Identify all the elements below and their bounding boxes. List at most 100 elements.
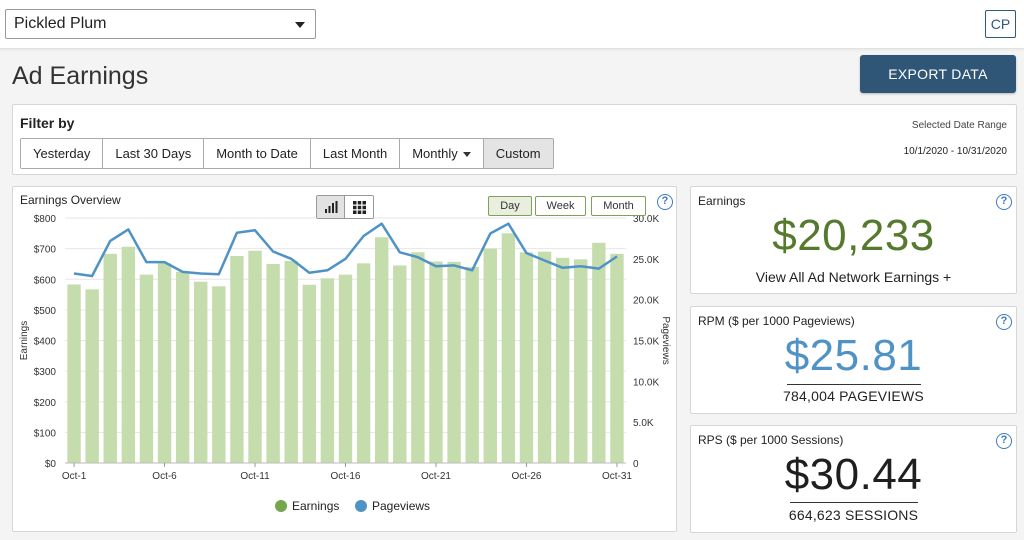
rpm-value: $25.81 (784, 331, 923, 380)
help-icon[interactable]: ? (996, 194, 1012, 210)
x-tick-label: Oct-6 (152, 471, 177, 482)
legend-marker (275, 500, 287, 512)
y-left-tick-label: $0 (45, 459, 57, 470)
y-left-tick-label: $700 (34, 245, 57, 256)
y-left-tick-label: $400 (34, 337, 57, 348)
help-icon[interactable]: ? (996, 433, 1012, 449)
earnings-bar (519, 252, 534, 463)
y-right-tick-label: 5.0K (633, 418, 654, 429)
earnings-bar (393, 265, 407, 463)
period-day-button[interactable]: Day (488, 196, 532, 216)
earnings-bar (610, 253, 624, 463)
y-left-tick-label: $500 (34, 306, 57, 317)
filter-yesterday-button[interactable]: Yesterday (21, 139, 104, 168)
earnings-bar (157, 263, 172, 463)
earnings-bar (447, 261, 461, 463)
export-data-button[interactable]: EXPORT DATA (860, 55, 1016, 93)
chart-view-button[interactable] (317, 196, 345, 218)
earnings-bar (374, 237, 389, 463)
x-tick-label: Oct-21 (421, 471, 451, 482)
filter-button-label: Last 30 Days (115, 146, 192, 161)
earnings-bar (483, 248, 497, 463)
earnings-bar (230, 255, 244, 463)
earnings-bar (175, 271, 190, 463)
filter-last-month-button[interactable]: Last Month (310, 139, 401, 168)
pageviews-total: 784,004 PAGEVIEWS (783, 388, 924, 404)
filter-title: Filter by (20, 115, 75, 131)
filter-button-label: Yesterday (33, 146, 91, 161)
earnings-bar (212, 286, 226, 463)
y-right-tick-label: 25.0K (633, 255, 659, 266)
rpm-label: RPM ($ per 1000 Pageviews) (698, 314, 855, 328)
earnings-bar (338, 274, 353, 463)
chart-title: Earnings Overview (20, 193, 121, 207)
y-right-tick-label: 15.0K (633, 337, 659, 348)
user-avatar[interactable]: CP (985, 10, 1016, 38)
filter-button-label: Last Month (322, 146, 388, 161)
y-right-tick-label: 10.0K (633, 377, 659, 388)
earnings-bar (429, 261, 443, 463)
rps-label: RPS ($ per 1000 Sessions) (698, 433, 844, 447)
page-title: Ad Earnings (12, 62, 149, 90)
rps-panel: RPS ($ per 1000 Sessions) ? $30.44 664,6… (690, 425, 1017, 533)
earnings-label: Earnings (698, 194, 746, 208)
bar-chart-icon (324, 201, 337, 213)
sessions-total: 664,623 SESSIONS (788, 507, 919, 523)
x-tick-label: Oct-1 (62, 471, 87, 482)
filter-button-group: Yesterday Last 30 Days Month to Date Last M… (20, 138, 554, 169)
y-right-tick-label: 0 (633, 459, 639, 470)
y-left-tick-label: $800 (34, 214, 57, 225)
table-view-button[interactable] (345, 196, 373, 218)
earnings-overview-panel: $0 $100 $200 $300 $400 $500 $600 $700 $800 0 5.0K 1… (12, 186, 677, 532)
earnings-bar (284, 260, 298, 463)
earnings-bar (302, 284, 317, 463)
view-all-earnings-link[interactable]: View All Ad Network Earnings + (691, 269, 1016, 285)
earnings-bar (103, 253, 117, 463)
earnings-total: $20,233 (772, 211, 935, 260)
period-week-button[interactable]: Week (535, 196, 586, 216)
x-tick-label: Oct-31 (602, 471, 632, 482)
legend-label: Pageviews (372, 499, 430, 513)
help-icon[interactable]: ? (657, 194, 673, 210)
chevron-down-icon (462, 152, 471, 158)
top-bar: Pickled Plum CP (0, 0, 1024, 49)
earnings-bar (67, 284, 81, 463)
y-left-tick-label: $300 (34, 367, 57, 378)
filter-last-30-days-button[interactable]: Last 30 Days (103, 139, 205, 168)
earnings-bar (266, 263, 280, 463)
earnings-bar (555, 257, 570, 463)
period-month-button[interactable]: Month (591, 196, 646, 216)
rpm-divider (786, 384, 921, 385)
pageviews-line (73, 222, 618, 278)
y-left-tick-label: $200 (34, 398, 57, 409)
earnings-bar (85, 289, 99, 463)
earnings-overview-chart: $0 $100 $200 $300 $400 $500 $600 $700 $800 0 5.0K 1… (19, 214, 671, 513)
y-right-tick-label: 20.0K (633, 296, 659, 307)
x-tick-label: Oct-26 (511, 471, 541, 482)
earnings-bar (248, 250, 262, 463)
grid-icon (352, 200, 366, 214)
earnings-bar (194, 281, 208, 463)
filter-month-to-date-button[interactable]: Month to Date (204, 139, 311, 168)
site-name: Pickled Plum (14, 15, 107, 32)
date-range-value: 10/1/2020 - 10/31/2020 (903, 146, 1007, 157)
x-tick-label: Oct-11 (240, 471, 270, 482)
filter-custom-button[interactable]: Custom (483, 139, 553, 168)
help-icon[interactable]: ? (996, 314, 1012, 330)
legend-label: Earnings (292, 499, 339, 513)
earnings-bar (356, 263, 371, 463)
filter-panel: Filter by Yesterday Last 30 Days Month to … (12, 104, 1017, 175)
legend-marker (355, 500, 367, 512)
site-selector[interactable]: Pickled Plum (5, 9, 316, 39)
filter-monthly-button[interactable]: Monthly (400, 139, 484, 168)
earnings-bar (465, 267, 479, 463)
chevron-down-icon (295, 22, 305, 28)
x-tick-label: Oct-16 (330, 471, 360, 482)
rpm-panel: RPM ($ per 1000 Pageviews) ? $25.81 784,… (690, 306, 1017, 414)
rps-divider (789, 502, 918, 503)
earnings-bar (320, 278, 335, 463)
date-range-label: Selected Date Range (911, 120, 1007, 131)
rps-value: $30.44 (784, 450, 923, 499)
filter-button-label: Custom (495, 146, 541, 161)
filter-button-label: Month to Date (216, 146, 298, 161)
